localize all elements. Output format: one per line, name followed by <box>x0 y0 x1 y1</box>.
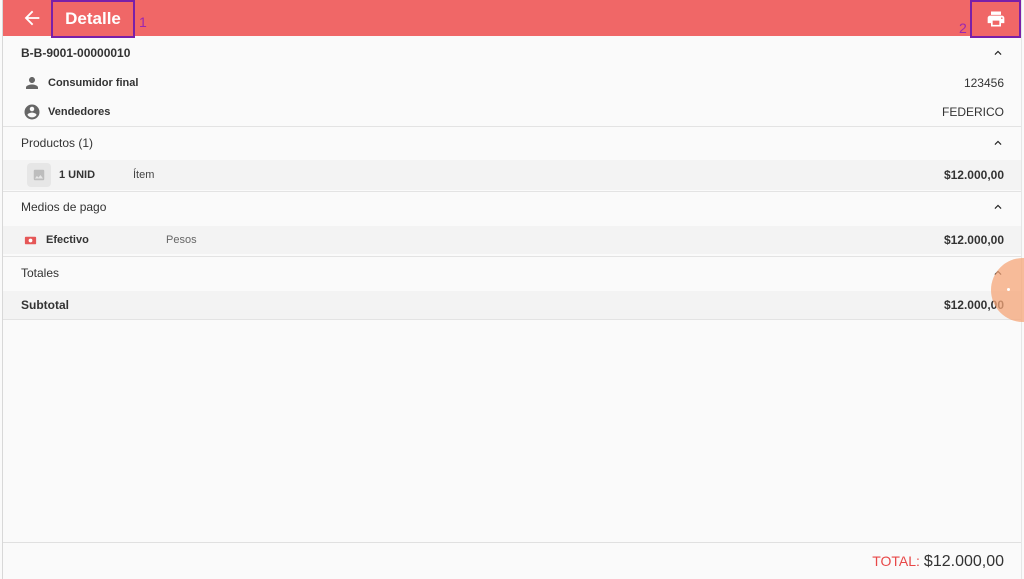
product-price: $12.000,00 <box>943 168 1004 182</box>
chevron-up-icon[interactable] <box>991 200 1005 214</box>
products-header[interactable]: Productos (1) <box>3 133 1021 153</box>
detail-screen: Detalle 1 2 B-B-9001-00000010 Consumidor… <box>2 0 1022 579</box>
subtotal-row: Subtotal $12.000,00 <box>3 291 1021 319</box>
app-bar: Detalle <box>3 0 1021 38</box>
totals-title: Totales <box>21 266 60 280</box>
cash-icon <box>24 236 37 244</box>
payment-method: Efectivo <box>46 234 89 246</box>
touch-indicator-dot <box>1007 288 1010 291</box>
divider <box>3 191 1021 192</box>
customer-value: 123456 <box>963 76 1004 90</box>
total-value: $12.000,00 <box>923 553 1004 570</box>
total-summary: TOTAL: $12.000,00 <box>872 553 1004 571</box>
seller-value: FEDERICO <box>941 105 1004 119</box>
totals-header[interactable]: Totales <box>3 263 1021 283</box>
footer-divider <box>3 542 1021 543</box>
payment-amount: $12.000,00 <box>943 233 1004 247</box>
customer-label: Consumidor final <box>48 77 139 89</box>
seller-row: Vendedores FEDERICO <box>3 101 1021 123</box>
product-row[interactable]: 1 UNID Ítem $12.000,00 <box>3 160 1021 190</box>
image-placeholder-icon <box>27 163 51 187</box>
person-icon <box>26 77 38 89</box>
product-name: Ítem <box>133 169 155 181</box>
annotation-mark-1: 1 <box>139 14 147 30</box>
invoice-header[interactable]: B-B-9001-00000010 <box>3 43 1021 63</box>
arrow-back-icon[interactable] <box>21 7 43 29</box>
payments-title: Medios de pago <box>21 200 107 214</box>
print-button[interactable] <box>970 0 1021 38</box>
divider <box>3 256 1021 257</box>
products-title: Productos (1) <box>21 136 94 150</box>
invoice-number: B-B-9001-00000010 <box>21 46 131 60</box>
title-highlight-box: Detalle <box>51 0 135 38</box>
payment-row[interactable]: Efectivo Pesos $12.000,00 <box>3 226 1021 254</box>
annotation-mark-2: 2 <box>959 20 967 36</box>
payment-currency: Pesos <box>166 234 197 246</box>
product-qty: 1 UNID <box>59 169 96 181</box>
total-label: TOTAL: <box>872 553 920 569</box>
divider <box>3 126 1021 127</box>
payments-header[interactable]: Medios de pago <box>3 197 1021 217</box>
subtotal-label: Subtotal <box>21 298 69 312</box>
customer-row: Consumidor final 123456 <box>3 72 1021 94</box>
page-title: Detalle <box>65 9 121 28</box>
printer-icon <box>987 11 1004 27</box>
divider <box>3 319 1021 320</box>
chevron-up-icon[interactable] <box>991 46 1005 60</box>
seller-label: Vendedores <box>48 106 111 118</box>
account-circle-icon <box>24 104 40 120</box>
chevron-up-icon[interactable] <box>991 136 1005 150</box>
